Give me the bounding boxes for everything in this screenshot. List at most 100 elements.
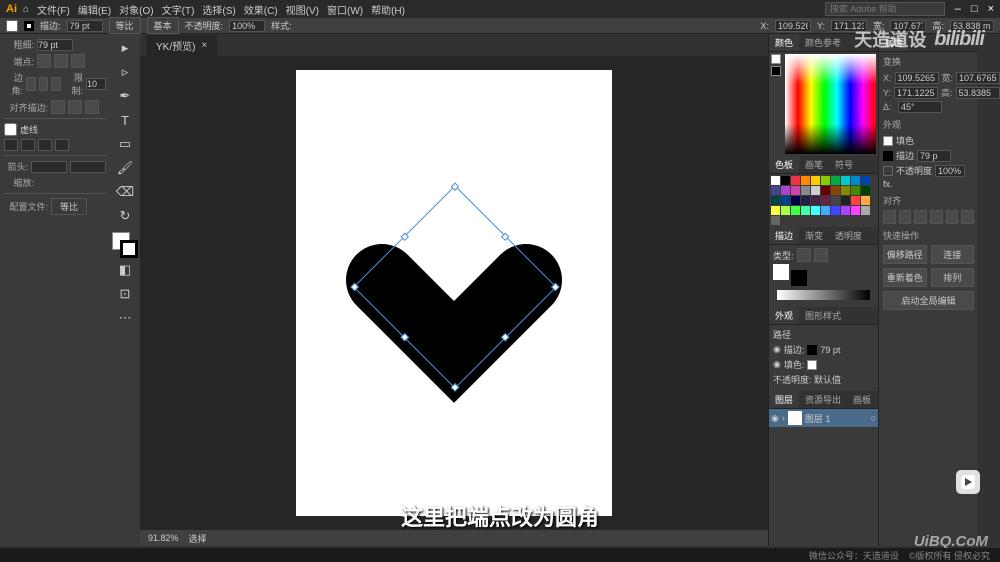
align-inside-button[interactable] (68, 100, 82, 114)
color-fill-chip[interactable] (771, 54, 781, 64)
brush-basic[interactable]: 基本 (147, 17, 179, 34)
tool-stroke-swatch[interactable] (120, 240, 138, 258)
align-outside-button[interactable] (85, 100, 99, 114)
swatch-cell[interactable] (771, 176, 780, 185)
minimize-button[interactable]: – (955, 3, 961, 15)
visibility-icon[interactable]: ◉ (771, 413, 779, 424)
swatch-cell[interactable] (831, 196, 840, 205)
corner-miter-button[interactable] (26, 77, 36, 91)
brush-tool[interactable]: 🖌 (113, 156, 137, 180)
type-tool[interactable]: T (113, 108, 137, 132)
qa-arrange[interactable]: 排列 (931, 268, 975, 287)
swatch-cell[interactable] (811, 196, 820, 205)
swatch-cell[interactable] (821, 206, 830, 215)
tab-asset-export[interactable]: 资源导出 (799, 391, 847, 408)
close-button[interactable]: × (988, 3, 994, 15)
swatch-cell[interactable] (801, 186, 810, 195)
tab-color-guide[interactable]: 颜色参考 (799, 34, 847, 51)
profile-uniform[interactable]: 等比 (51, 198, 87, 215)
brush-uniform[interactable]: 等比 (109, 17, 141, 34)
prop-angle-input[interactable] (898, 101, 942, 113)
corner-bevel-button[interactable] (51, 77, 61, 91)
appear-fill-chip[interactable] (807, 360, 817, 370)
tab-close-icon[interactable]: × (201, 40, 207, 51)
align-vcenter-button[interactable] (946, 210, 959, 224)
corner-round-button[interactable] (39, 77, 49, 91)
swatch-cell[interactable] (851, 186, 860, 195)
radial-gradient-button[interactable] (814, 248, 828, 262)
tab-brushes[interactable]: 画笔 (799, 156, 829, 173)
gap-2[interactable] (55, 139, 69, 151)
menu-select[interactable]: 选择(S) (202, 2, 235, 17)
swatch-cell[interactable] (791, 176, 800, 185)
align-right-button[interactable] (914, 210, 927, 224)
direct-selection-tool[interactable]: ▹ (113, 60, 137, 84)
swatch-cell[interactable] (821, 196, 830, 205)
arrow-end[interactable] (70, 161, 106, 173)
tab-symbols[interactable]: 符号 (829, 156, 859, 173)
align-left-button[interactable] (883, 210, 896, 224)
color-spectrum[interactable] (785, 54, 876, 154)
tab-layers[interactable]: 图层 (769, 391, 799, 408)
align-center-button[interactable] (51, 100, 65, 114)
align-hcenter-button[interactable] (899, 210, 912, 224)
tab-transparency[interactable]: 透明度 (829, 227, 868, 244)
canvas-viewport[interactable] (140, 56, 768, 530)
swatch-cell[interactable] (771, 216, 780, 225)
prop-x-input[interactable] (895, 72, 939, 84)
qa-recolor[interactable]: 重新着色 (883, 268, 927, 287)
swatch-cell[interactable] (831, 206, 840, 215)
swatch-cell[interactable] (791, 186, 800, 195)
swatch-cell[interactable] (841, 196, 850, 205)
swatch-cell[interactable] (801, 176, 810, 185)
cap-round-button[interactable] (54, 54, 68, 68)
swatch-cell[interactable] (831, 176, 840, 185)
menu-window[interactable]: 窗口(W) (327, 2, 363, 17)
appear-stroke-row[interactable]: ◉ 描边: 79 pt (773, 343, 874, 356)
fx-row[interactable]: fx. (883, 179, 974, 189)
grad-chip-2[interactable] (791, 270, 807, 286)
tab-stroke-p[interactable]: 描边 (769, 227, 799, 244)
swatch-cell[interactable] (861, 176, 870, 185)
swatch-cell[interactable] (841, 186, 850, 195)
swatch-cell[interactable] (811, 186, 820, 195)
layer-row[interactable]: ◉ › 图层 1 ○ (769, 409, 878, 427)
tab-color[interactable]: 颜色 (769, 34, 799, 51)
document-tab[interactable]: YK/预览) × (146, 35, 217, 56)
menu-view[interactable]: 视图(V) (286, 2, 319, 17)
maximize-button[interactable]: □ (971, 3, 978, 15)
appear-fill-row[interactable]: ◉ 填色: (773, 358, 874, 371)
qa-offset-path[interactable]: 偏移路径 (883, 245, 927, 264)
fill-swatch[interactable] (6, 20, 18, 32)
swatch-cell[interactable] (821, 176, 830, 185)
prop-fill-chip[interactable] (883, 136, 893, 146)
home-icon[interactable]: ⌂ (23, 4, 29, 15)
eraser-tool[interactable]: ⌫ (113, 180, 137, 204)
menu-help[interactable]: 帮助(H) (371, 2, 405, 17)
prop-stroke-chip[interactable] (883, 151, 893, 161)
swatch-cell[interactable] (861, 196, 870, 205)
prop-opacity-chip[interactable] (883, 166, 893, 176)
appear-stroke-chip[interactable] (807, 345, 817, 355)
swatch-cell[interactable] (841, 176, 850, 185)
play-overlay-icon[interactable] (956, 470, 980, 494)
layer-name[interactable]: 图层 1 (805, 412, 831, 425)
appear-opacity-row[interactable]: 不透明度: 默认值 (773, 373, 874, 386)
rectangle-tool[interactable]: ▭ (113, 132, 137, 156)
layer-target-icon[interactable]: ○ (871, 413, 876, 423)
more-tools-button[interactable]: ⋯ (113, 306, 137, 330)
swatch-cell[interactable] (861, 206, 870, 215)
menu-type[interactable]: 文字(T) (162, 2, 195, 17)
fill-stroke-swatches[interactable] (112, 232, 138, 258)
menu-file[interactable]: 文件(F) (37, 2, 70, 17)
swatch-cell[interactable] (781, 206, 790, 215)
align-bottom-button[interactable] (961, 210, 974, 224)
swatch-cell[interactable] (811, 206, 820, 215)
lp-stroke-input[interactable] (37, 39, 73, 51)
x-input[interactable] (775, 20, 811, 32)
screen-mode-button[interactable]: ⊡ (113, 282, 137, 306)
gap-1[interactable] (21, 139, 35, 151)
menu-effect[interactable]: 效果(C) (244, 2, 278, 17)
color-mode-button[interactable]: ◧ (113, 258, 137, 282)
tab-swatches[interactable]: 色板 (769, 156, 799, 173)
